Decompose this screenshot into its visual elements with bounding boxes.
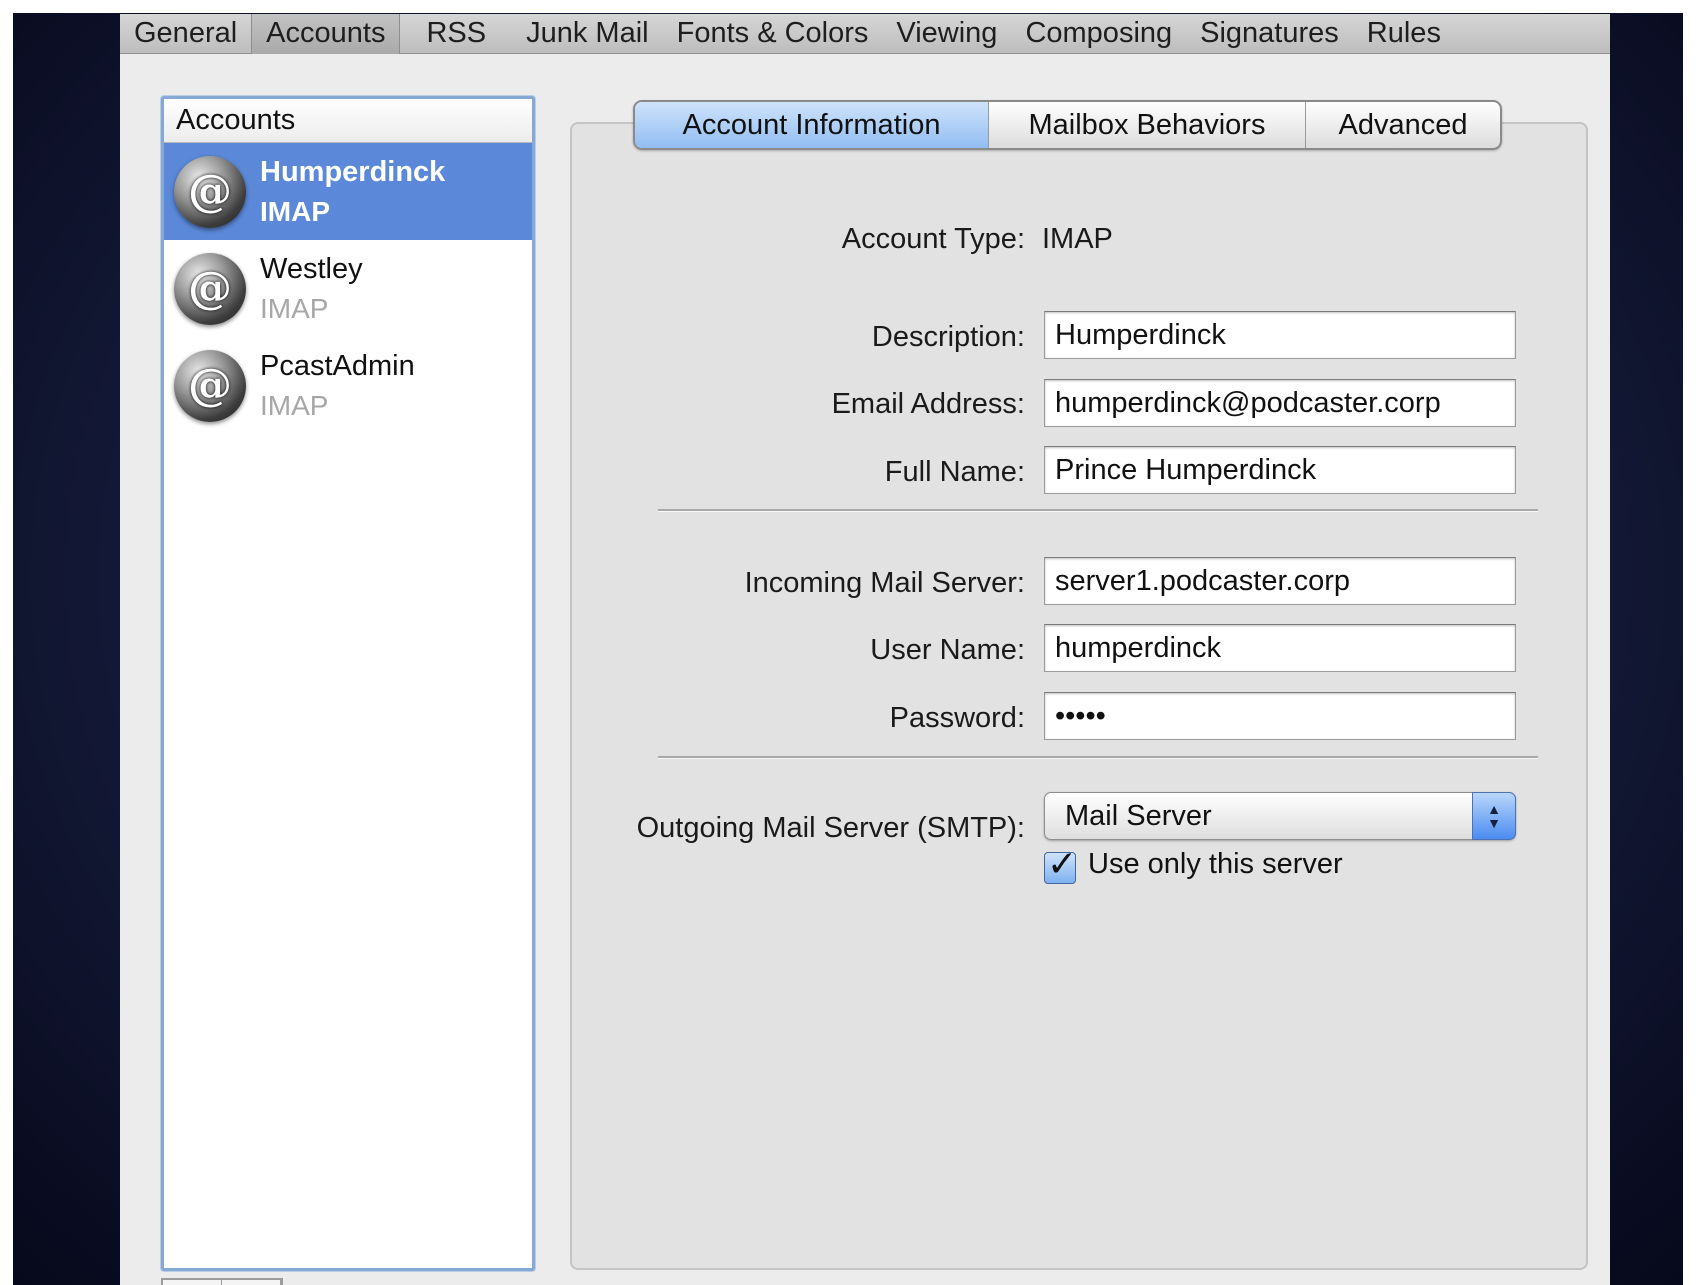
- full-name-label: Full Name:: [884, 456, 1025, 488]
- at-sign-account-icon: @: [174, 349, 246, 422]
- incoming-mail-server-field[interactable]: server1.podcaster.corp: [1044, 557, 1516, 605]
- account-type-label: Account Type:: [841, 223, 1025, 255]
- outgoing-mail-server-label: Outgoing Mail Server (SMTP):: [636, 812, 1025, 844]
- incoming-mail-server-label: Incoming Mail Server:: [744, 567, 1025, 599]
- description-field[interactable]: Humperdinck: [1044, 311, 1516, 359]
- account-name: PcastAdmin: [260, 349, 415, 382]
- outgoing-mail-server-popup[interactable]: Mail Server ▲ ▼: [1044, 792, 1516, 840]
- full-name-field[interactable]: Prince Humperdinck: [1044, 446, 1516, 494]
- toolbar-accounts[interactable]: Accounts: [251, 14, 401, 54]
- toolbar-signatures[interactable]: Signatures: [1186, 14, 1353, 54]
- user-name-label: User Name:: [870, 634, 1025, 666]
- password-label: Password:: [889, 702, 1025, 734]
- separator: [658, 509, 1538, 511]
- remove-account-button[interactable]: [222, 1280, 281, 1285]
- at-sign-account-icon: @: [174, 252, 246, 325]
- at-sign-account-icon: @: [174, 155, 246, 228]
- checkmark-icon: ✓: [1047, 843, 1078, 884]
- toolbar-rules[interactable]: Rules: [1353, 14, 1455, 54]
- tab-advanced[interactable]: Advanced: [1306, 102, 1500, 148]
- add-account-button[interactable]: [163, 1280, 222, 1285]
- description-label: Description:: [871, 321, 1025, 353]
- account-type: IMAP: [260, 292, 329, 324]
- separator: [658, 756, 1538, 758]
- account-name: Westley: [260, 252, 363, 285]
- toolbar-general[interactable]: General: [120, 14, 251, 54]
- user-name-field[interactable]: humperdinck: [1044, 624, 1516, 672]
- account-type: IMAP: [260, 389, 329, 421]
- popup-arrows-icon: ▲ ▼: [1472, 792, 1516, 840]
- email-address-field[interactable]: humperdinck@podcaster.corp: [1044, 379, 1516, 427]
- add-remove-account-buttons[interactable]: [161, 1278, 283, 1285]
- account-type-value: IMAP: [1042, 223, 1113, 255]
- password-field[interactable]: •••••: [1044, 692, 1516, 740]
- tab-mailbox-behaviors[interactable]: Mailbox Behaviors: [989, 102, 1306, 148]
- toolbar-composing[interactable]: Composing: [1011, 14, 1186, 54]
- use-only-this-server-checkbox[interactable]: ✓: [1044, 843, 1077, 884]
- popup-selected-value: Mail Server: [1065, 799, 1212, 832]
- account-name: Humperdinck: [260, 155, 446, 188]
- email-address-label: Email Address:: [831, 388, 1025, 420]
- account-type: IMAP: [260, 195, 330, 227]
- use-only-this-server-label: Use only this server: [1088, 848, 1343, 880]
- form-labels: Account Type: Description: Email Address…: [420, 14, 1025, 1285]
- mail-preferences-window: General Accounts RSS Junk Mail Fonts & C…: [120, 14, 1610, 1285]
